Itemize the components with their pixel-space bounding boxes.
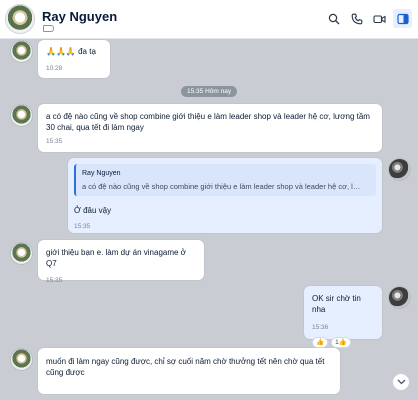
message-bubble[interactable]: 🙏🙏🙏 đa tạ 10:28 xyxy=(38,40,110,78)
my-avatar[interactable] xyxy=(388,286,411,309)
chat-header: Ray Nguyen xyxy=(0,0,418,39)
contact-avatar[interactable] xyxy=(5,4,35,34)
message-time: 15:35 xyxy=(46,277,63,284)
message-text: 🙏🙏🙏 đa tạ xyxy=(46,47,96,56)
quoted-message[interactable]: Ray Nguyen a có đệ nào cũng về shop comb… xyxy=(74,164,376,196)
message-text: a có đệ nào cũng về shop combine giới th… xyxy=(46,112,370,132)
reaction-count[interactable]: 1 👍 xyxy=(331,337,351,348)
my-avatar[interactable] xyxy=(388,158,411,181)
message-text: giới thiệu bạn e. làm dự án vinagame ở Q… xyxy=(46,248,186,268)
message-list[interactable]: 🙏🙏🙏 đa tạ 10:28 15:35 Hôm nay a có đệ nà… xyxy=(0,40,418,400)
contact-avatar-small[interactable] xyxy=(10,242,33,265)
chevron-down-icon xyxy=(397,379,405,385)
scroll-down-button[interactable] xyxy=(392,373,410,391)
message-text: OK sir chờ tin nha xyxy=(312,294,361,314)
message-bubble[interactable]: giới thiệu bạn e. làm dự án vinagame ở Q… xyxy=(38,240,204,284)
message-time: 15:35 xyxy=(74,223,91,230)
tag-icon[interactable] xyxy=(43,25,54,32)
message-text: Ở đâu vậy xyxy=(74,206,112,215)
quote-author: Ray Nguyen xyxy=(82,170,121,177)
video-icon[interactable] xyxy=(370,9,389,28)
message-bubble-mine[interactable]: OK sir chờ tin nha 15:36 👍 1 👍 xyxy=(304,286,382,348)
header-actions xyxy=(324,9,412,28)
quote-text: a có đệ nào cũng về shop combine giới th… xyxy=(82,182,362,191)
message-bubble[interactable]: muốn đi làm ngay cũng được, chỉ sợ cuối … xyxy=(38,348,340,394)
sidebar-toggle-icon[interactable] xyxy=(393,9,412,28)
message-bubble[interactable]: a có đệ nào cũng về shop combine giới th… xyxy=(38,104,382,152)
message-time: 10:28 xyxy=(46,65,63,72)
reactions: 👍 1 👍 xyxy=(312,337,374,348)
contact-avatar-small[interactable] xyxy=(10,104,33,127)
message-time: 15:36 xyxy=(312,324,329,331)
like-reaction-button[interactable]: 👍 xyxy=(312,337,329,348)
phone-icon[interactable] xyxy=(347,9,366,28)
contact-avatar-small[interactable] xyxy=(10,348,33,371)
message-text: muốn đi làm ngay cũng được, chỉ sợ cuối … xyxy=(46,357,325,377)
contact-name[interactable]: Ray Nguyen xyxy=(42,9,117,24)
message-time: 15:35 xyxy=(46,138,63,145)
date-divider: 15:35 Hôm nay xyxy=(181,86,238,97)
message-bubble-mine[interactable]: Ray Nguyen a có đệ nào cũng về shop comb… xyxy=(68,158,382,233)
search-icon[interactable] xyxy=(324,9,343,28)
contact-avatar-small[interactable] xyxy=(10,40,33,63)
